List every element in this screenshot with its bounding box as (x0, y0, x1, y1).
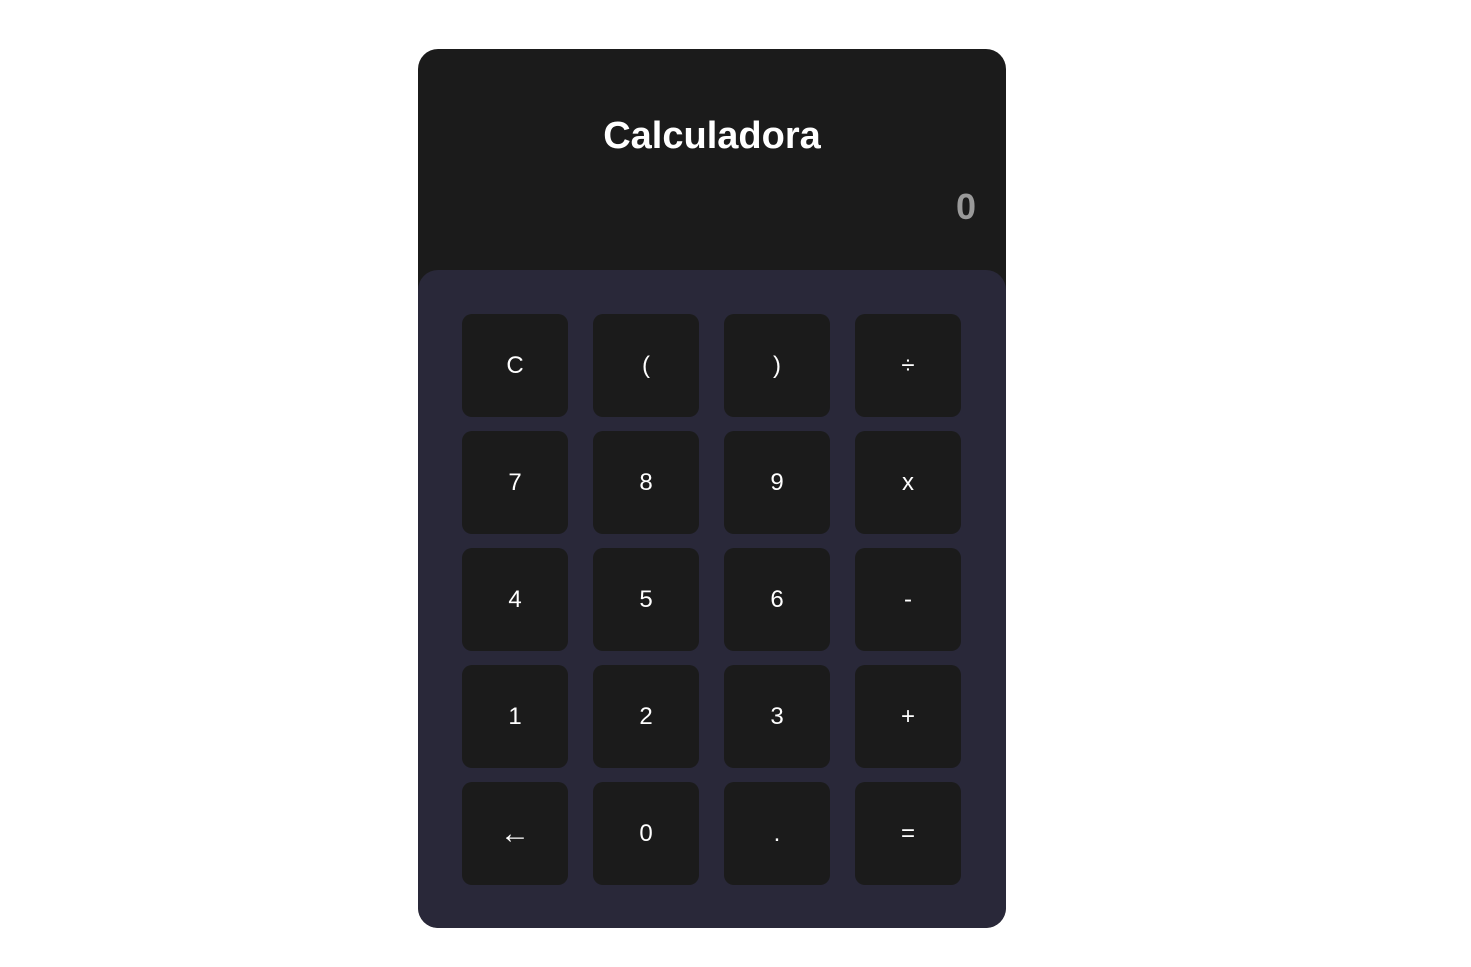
clear-button[interactable]: C (462, 314, 568, 417)
digit-4-button[interactable]: 4 (462, 548, 568, 651)
calculator: Calculadora 0 C ( ) ÷ 7 8 9 x 4 5 6 - 1 … (418, 49, 1006, 928)
calculator-header: Calculadora 0 (418, 49, 1006, 289)
subtract-button[interactable]: - (855, 548, 961, 651)
digit-5-button[interactable]: 5 (593, 548, 699, 651)
digit-1-button[interactable]: 1 (462, 665, 568, 768)
app-title: Calculadora (603, 115, 821, 157)
backspace-button[interactable]: ← (462, 782, 568, 885)
multiply-button[interactable]: x (855, 431, 961, 534)
keys-grid: C ( ) ÷ 7 8 9 x 4 5 6 - 1 2 3 + ← 0 . = (462, 314, 961, 885)
result-display: 0 (955, 186, 976, 227)
add-button[interactable]: + (855, 665, 961, 768)
digit-0-button[interactable]: 0 (593, 782, 699, 885)
keypad: C ( ) ÷ 7 8 9 x 4 5 6 - 1 2 3 + ← 0 . = (418, 270, 1006, 928)
digit-6-button[interactable]: 6 (724, 548, 830, 651)
digit-8-button[interactable]: 8 (593, 431, 699, 534)
open-paren-button[interactable]: ( (593, 314, 699, 417)
equals-button[interactable]: = (855, 782, 961, 885)
decimal-button[interactable]: . (724, 782, 830, 885)
digit-7-button[interactable]: 7 (462, 431, 568, 534)
digit-9-button[interactable]: 9 (724, 431, 830, 534)
divide-button[interactable]: ÷ (855, 314, 961, 417)
close-paren-button[interactable]: ) (724, 314, 830, 417)
digit-2-button[interactable]: 2 (593, 665, 699, 768)
digit-3-button[interactable]: 3 (724, 665, 830, 768)
